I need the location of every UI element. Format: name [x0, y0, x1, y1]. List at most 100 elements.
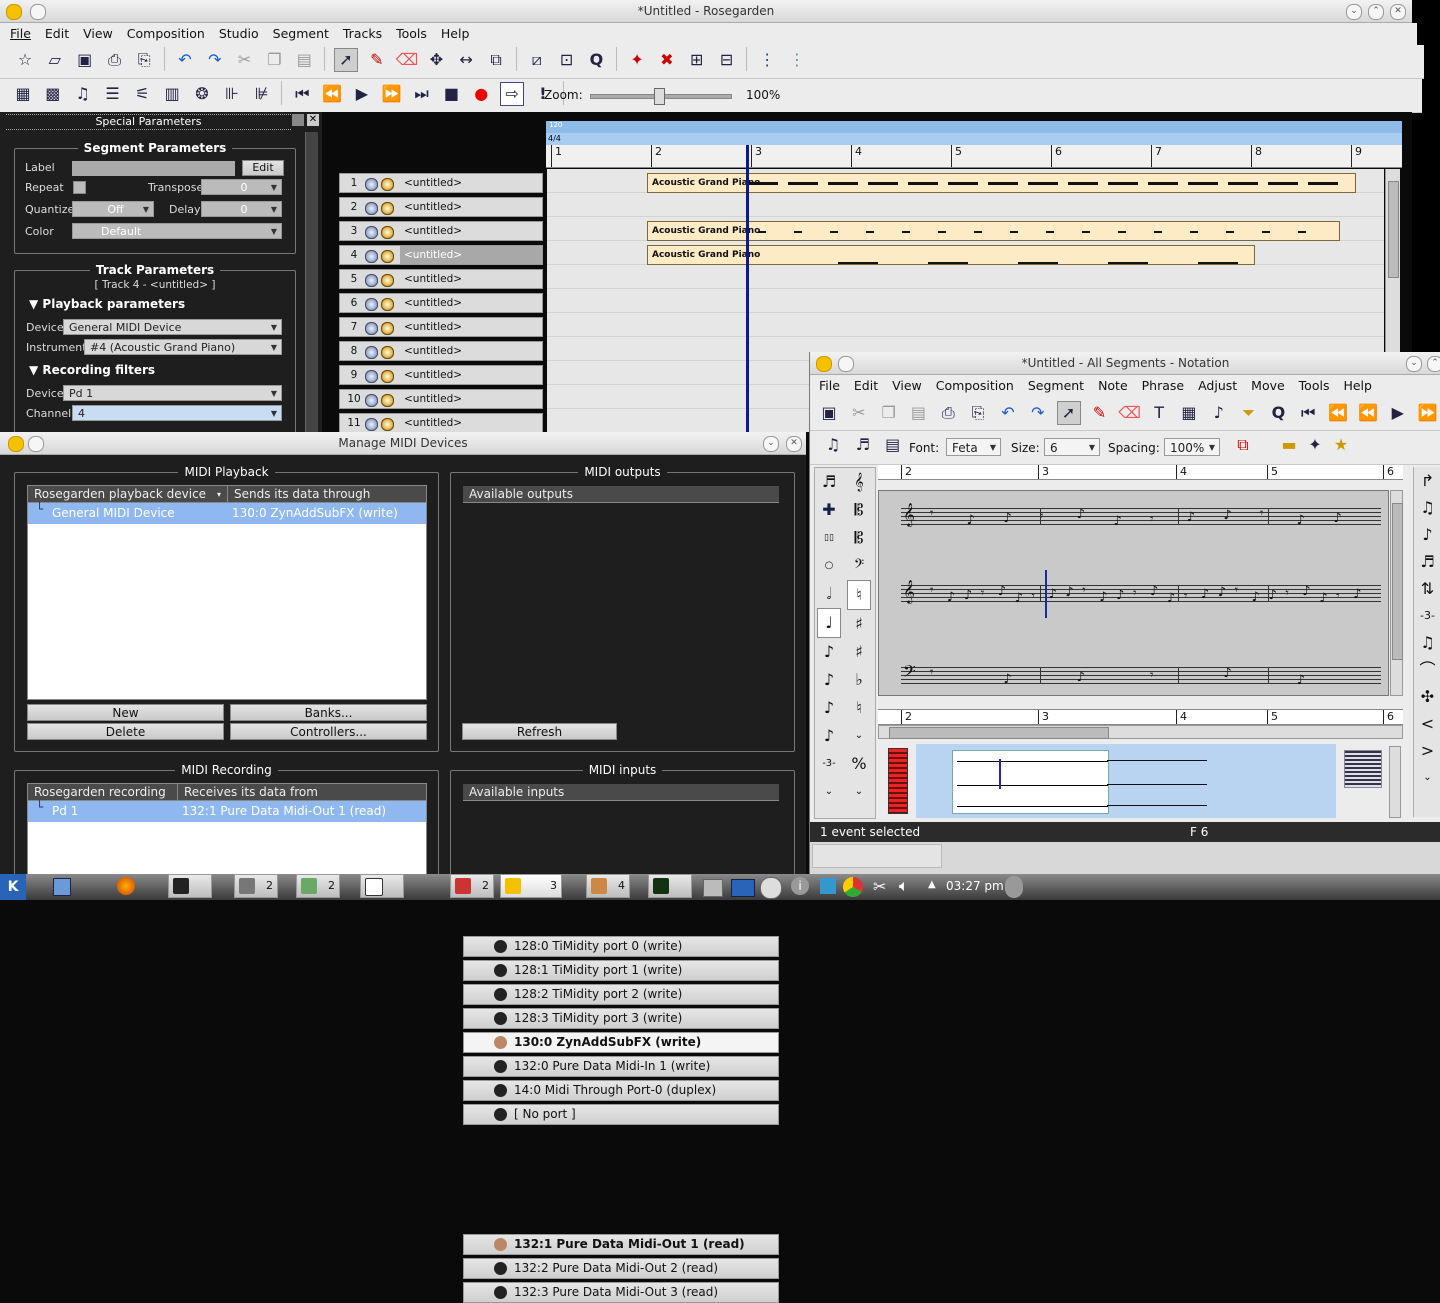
play-icon[interactable]: ▶ [351, 83, 373, 105]
note-icon[interactable]: ♪ [1048, 587, 1056, 602]
segment-track-1[interactable]: Acoustic Grand Piano [647, 173, 1356, 193]
record-led-icon[interactable] [381, 322, 394, 335]
taskbar-group-2[interactable]: 2 [296, 874, 340, 898]
size-combo[interactable]: 6 [1044, 438, 1100, 457]
rewind-start-icon[interactable]: ⏮ [291, 83, 313, 105]
notation-menu-edit[interactable]: Edit [854, 378, 878, 393]
thirty-second-note-icon[interactable]: ♪ [817, 694, 841, 722]
tray-desktop-icon[interactable] [731, 879, 755, 897]
midi-dialog-menu-button[interactable] [28, 436, 44, 452]
whole-note-icon[interactable]: ○ [817, 552, 841, 580]
join-icon[interactable]: ⧄ [526, 49, 548, 71]
beam-note-icon[interactable]: ♬ [817, 468, 841, 496]
score-vscroll-thumb[interactable] [1392, 503, 1403, 660]
undo-icon[interactable]: ↶ [174, 49, 196, 71]
note-icon[interactable]: ♪ [1077, 670, 1085, 685]
track-row[interactable]: 9 <untitled> [339, 365, 543, 385]
menu-file[interactable]: File [10, 26, 31, 41]
quantize-icon[interactable]: Q [585, 49, 607, 71]
segment-label-field[interactable] [72, 161, 235, 176]
note-icon[interactable]: ♪ [1297, 673, 1305, 688]
menu-view[interactable]: View [83, 26, 113, 41]
palette-scroll-down-icon[interactable]: ⌄ [817, 778, 841, 806]
devices-icon[interactable]: ❂ [191, 83, 213, 105]
note-icon[interactable]: 𝄾 [1133, 586, 1136, 601]
sixty-fourth-note-icon[interactable]: ♪ [817, 722, 841, 750]
notation-erase-icon[interactable]: ⌫ [1118, 402, 1141, 424]
mute-led-icon[interactable] [365, 178, 378, 191]
palette-more-icon[interactable]: ⌄ [847, 722, 871, 750]
note-icon[interactable]: ♪ [1218, 585, 1226, 600]
mute-led-icon[interactable] [365, 274, 378, 287]
record-icon[interactable]: ● [470, 83, 492, 105]
taskbar-pd[interactable] [360, 874, 404, 898]
stop-icon[interactable]: ■ [440, 83, 462, 105]
transpose-combo[interactable]: 0 [201, 179, 282, 196]
notation-highlight-icon[interactable]: ▬ [1278, 434, 1300, 456]
refresh-button[interactable]: Refresh [462, 723, 617, 740]
notation-copy-icon[interactable]: ❐ [878, 402, 900, 424]
channel-combo[interactable]: 4 [72, 405, 282, 422]
menu-edit[interactable]: Edit [45, 26, 69, 41]
matrix-editor-icon[interactable]: ▦ [12, 83, 34, 105]
alto-clef-icon[interactable]: 𝄡 [847, 496, 871, 524]
note-icon[interactable]: ♪ [1099, 590, 1107, 605]
notation-app-icon[interactable] [816, 356, 832, 372]
note-icon[interactable]: ♪ [1065, 585, 1073, 600]
tray-info-icon[interactable]: i [791, 877, 809, 895]
tray-chrome-icon[interactable] [843, 877, 863, 897]
notation-guitar-chord-icon[interactable]: ▦ [1178, 402, 1200, 424]
tempo-ruler[interactable]: 120 [546, 121, 1402, 133]
tuplet-icon[interactable]: -3- [1414, 602, 1440, 629]
segment-edit-button[interactable]: Edit [242, 160, 284, 176]
recording-device-row[interactable]: └ Pd 1 132:1 Pure Data Midi-Out 1 (read) [28, 800, 426, 822]
segment-track-3[interactable]: Acoustic Grand Piano [647, 221, 1340, 241]
output-port-item[interactable]: 132:0 Pure Data Midi-In 1 (write) [463, 1056, 779, 1077]
right-sixteenth-note-icon[interactable]: ♬ [1414, 548, 1440, 575]
note-icon[interactable]: ♪ [967, 513, 975, 528]
note-icon[interactable]: ♪ [1167, 591, 1175, 606]
open-icon[interactable]: ▱ [44, 49, 66, 71]
notation-chord-icon[interactable]: ▤ [882, 434, 904, 456]
print-preview-icon[interactable]: ⎘ [133, 49, 155, 71]
notation-menu-adjust[interactable]: Adjust [1198, 378, 1237, 393]
sixteenth-note-icon[interactable]: ♪ [817, 666, 841, 694]
segment-track-4[interactable]: Acoustic Grand Piano [647, 245, 1255, 265]
sharp-note-icon[interactable]: ♯ [847, 610, 871, 638]
mute-led-icon[interactable] [365, 346, 378, 359]
crescendo-icon[interactable]: < [1414, 710, 1440, 737]
font-combo[interactable]: Feta [946, 438, 1001, 457]
notation-select-icon[interactable]: ➚ [1056, 401, 1081, 425]
print-icon[interactable]: ⎙ [103, 49, 125, 71]
note-icon[interactable]: 𝄾 [1184, 589, 1187, 604]
tempo-icon[interactable]: ⚟ [131, 83, 153, 105]
note-icon[interactable]: ♪ [1150, 584, 1158, 599]
transpose-icon[interactable]: ⇅ [1414, 575, 1440, 602]
record-device-combo[interactable]: Pd 1 [63, 385, 282, 402]
add-marker-icon[interactable]: ✦ [626, 49, 648, 71]
fast-forward-icon[interactable]: ⏩ [381, 83, 403, 105]
mute-led-icon[interactable] [365, 394, 378, 407]
menu-help[interactable]: Help [441, 26, 470, 41]
save-icon[interactable]: ▣ [74, 49, 96, 71]
mute-led-icon[interactable] [365, 226, 378, 239]
breve-icon[interactable]: ▯▯ [817, 524, 841, 552]
notation-quantize-icon[interactable]: Q [1267, 402, 1289, 424]
note-icon[interactable]: ♪ [1003, 511, 1011, 526]
notation-rewind-bar-icon[interactable]: ⏪ [1357, 402, 1379, 424]
note-icon[interactable]: ♪ [1297, 513, 1305, 528]
notation-cut-icon[interactable]: ✂ [848, 402, 870, 424]
menu-segment[interactable]: Segment [273, 26, 329, 41]
input-port-item[interactable]: 132:2 Pure Data Midi-Out 2 (read) [463, 1258, 779, 1279]
panel-float-button[interactable] [292, 114, 304, 126]
audio-mixer-icon[interactable]: ⊪ [221, 83, 243, 105]
notation-rewind-icon[interactable]: ⏪ [1327, 402, 1349, 424]
tray-network-icon[interactable] [760, 877, 782, 899]
notation-menu-help[interactable]: Help [1343, 378, 1372, 393]
sharp-accidental-icon[interactable]: ♯ [847, 638, 871, 666]
zoom-slider-thumb[interactable] [654, 88, 666, 105]
notation-text-icon[interactable]: T [1148, 402, 1170, 424]
instrument-combo[interactable]: #4 (Acoustic Grand Piano) [84, 339, 282, 356]
split-tool-icon[interactable]: ⧉ [485, 49, 507, 71]
follow-icon[interactable]: ⇨ [500, 82, 525, 106]
